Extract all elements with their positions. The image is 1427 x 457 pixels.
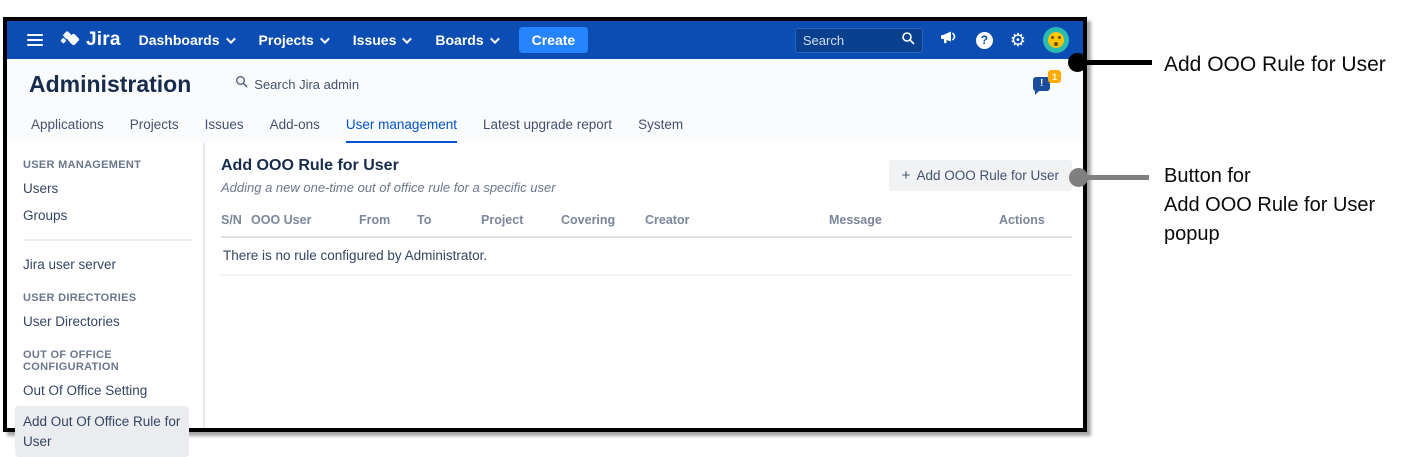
chevron-down-icon bbox=[320, 34, 330, 44]
chevron-down-icon bbox=[490, 34, 500, 44]
tab-projects[interactable]: Projects bbox=[130, 117, 179, 143]
admin-sidebar: USER MANAGEMENT Users Groups Jira user s… bbox=[7, 143, 205, 428]
sidebar-item-groups[interactable]: Groups bbox=[23, 202, 193, 229]
jira-admin-window: Jira Dashboards Projects Issues Boards C… bbox=[3, 17, 1087, 432]
chevron-down-icon bbox=[225, 34, 235, 44]
table-header-row: S/N OOO User From To Project Covering Cr… bbox=[221, 213, 1072, 238]
navbar-search-box[interactable] bbox=[795, 28, 923, 53]
column-header-sn: S/N bbox=[221, 213, 251, 227]
top-navbar: Jira Dashboards Projects Issues Boards C… bbox=[7, 21, 1083, 59]
admin-search[interactable]: Search Jira admin bbox=[235, 75, 359, 93]
nav-issues[interactable]: Issues bbox=[353, 32, 410, 48]
hamburger-menu-icon[interactable] bbox=[27, 34, 43, 46]
gear-icon[interactable]: ⚙ bbox=[1010, 31, 1026, 49]
sidebar-heading-ooo-configuration: OUT OF OFFICE CONFIGURATION bbox=[23, 349, 193, 373]
admin-tabs: Applications Projects Issues Add-ons Use… bbox=[7, 109, 1083, 143]
column-header-to: To bbox=[417, 213, 481, 227]
callout-button-label: Button for Add OOO Rule for User popup bbox=[1164, 162, 1375, 249]
navbar-menu: Dashboards Projects Issues Boards bbox=[139, 32, 497, 48]
jira-logo[interactable]: Jira bbox=[59, 27, 121, 54]
jira-logo-icon bbox=[59, 27, 81, 54]
nav-boards[interactable]: Boards bbox=[435, 32, 496, 48]
column-header-creator: Creator bbox=[645, 213, 829, 227]
search-icon bbox=[235, 75, 248, 93]
tab-add-ons[interactable]: Add-ons bbox=[270, 117, 320, 143]
tab-latest-upgrade-report[interactable]: Latest upgrade report bbox=[483, 117, 612, 143]
column-header-project: Project bbox=[481, 213, 561, 227]
column-header-covering: Covering bbox=[561, 213, 645, 227]
nav-dashboards[interactable]: Dashboards bbox=[139, 32, 233, 48]
navbar-search-input[interactable] bbox=[803, 33, 901, 48]
jira-logo-text: Jira bbox=[86, 29, 121, 51]
plus-icon: + bbox=[902, 167, 911, 184]
megaphone-icon[interactable] bbox=[940, 29, 959, 51]
page-title: Administration bbox=[29, 71, 191, 98]
admin-header: Administration Search Jira admin ! 1 bbox=[7, 59, 1083, 109]
user-avatar[interactable] bbox=[1043, 27, 1069, 53]
content-subtitle: Adding a new one-time out of office rule… bbox=[221, 180, 556, 195]
add-ooo-rule-button[interactable]: + Add OOO Rule for User bbox=[889, 160, 1072, 191]
navbar-right: ? ⚙ bbox=[795, 27, 1069, 53]
admin-search-label: Search Jira admin bbox=[254, 77, 359, 92]
sidebar-heading-user-management: USER MANAGEMENT bbox=[23, 159, 193, 171]
callout-notification-label: Add OOO Rule for User bbox=[1164, 53, 1386, 77]
sidebar-item-add-ooo-rule[interactable]: Add Out Of Office Rule for User bbox=[15, 406, 189, 457]
add-ooo-rule-button-label: Add OOO Rule for User bbox=[916, 168, 1059, 183]
search-icon bbox=[901, 31, 915, 50]
notification-count-badge: 1 bbox=[1048, 70, 1061, 83]
column-header-actions: Actions bbox=[999, 213, 1072, 227]
tab-issues[interactable]: Issues bbox=[205, 117, 244, 143]
main-content: Add OOO Rule for User Adding a new one-t… bbox=[205, 143, 1083, 428]
nav-projects[interactable]: Projects bbox=[259, 32, 327, 48]
sidebar-item-jira-user-server[interactable]: Jira user server bbox=[23, 251, 193, 278]
callout-line bbox=[1078, 60, 1152, 65]
column-header-from: From bbox=[359, 213, 417, 227]
content-heading: Add OOO Rule for User bbox=[221, 157, 556, 175]
table-empty-state: There is no rule configured by Administr… bbox=[221, 238, 1072, 276]
column-header-message: Message bbox=[829, 213, 999, 227]
help-icon[interactable]: ? bbox=[976, 32, 993, 49]
sidebar-heading-user-directories: USER DIRECTORIES bbox=[23, 292, 193, 304]
sidebar-item-user-directories[interactable]: User Directories bbox=[23, 308, 193, 335]
tab-system[interactable]: System bbox=[638, 117, 683, 143]
ooo-rules-table: S/N OOO User From To Project Covering Cr… bbox=[221, 213, 1072, 276]
callout-line bbox=[1078, 175, 1149, 180]
column-header-ooo-user: OOO User bbox=[251, 213, 359, 227]
chevron-down-icon bbox=[402, 34, 412, 44]
tab-user-management[interactable]: User management bbox=[346, 117, 457, 143]
sidebar-item-users[interactable]: Users bbox=[23, 175, 193, 202]
tab-applications[interactable]: Applications bbox=[31, 117, 104, 143]
create-button[interactable]: Create bbox=[519, 27, 589, 53]
notifications-icon[interactable]: ! 1 bbox=[1031, 70, 1061, 98]
sidebar-item-ooo-setting[interactable]: Out Of Office Setting bbox=[23, 377, 193, 404]
sidebar-divider bbox=[23, 239, 193, 241]
